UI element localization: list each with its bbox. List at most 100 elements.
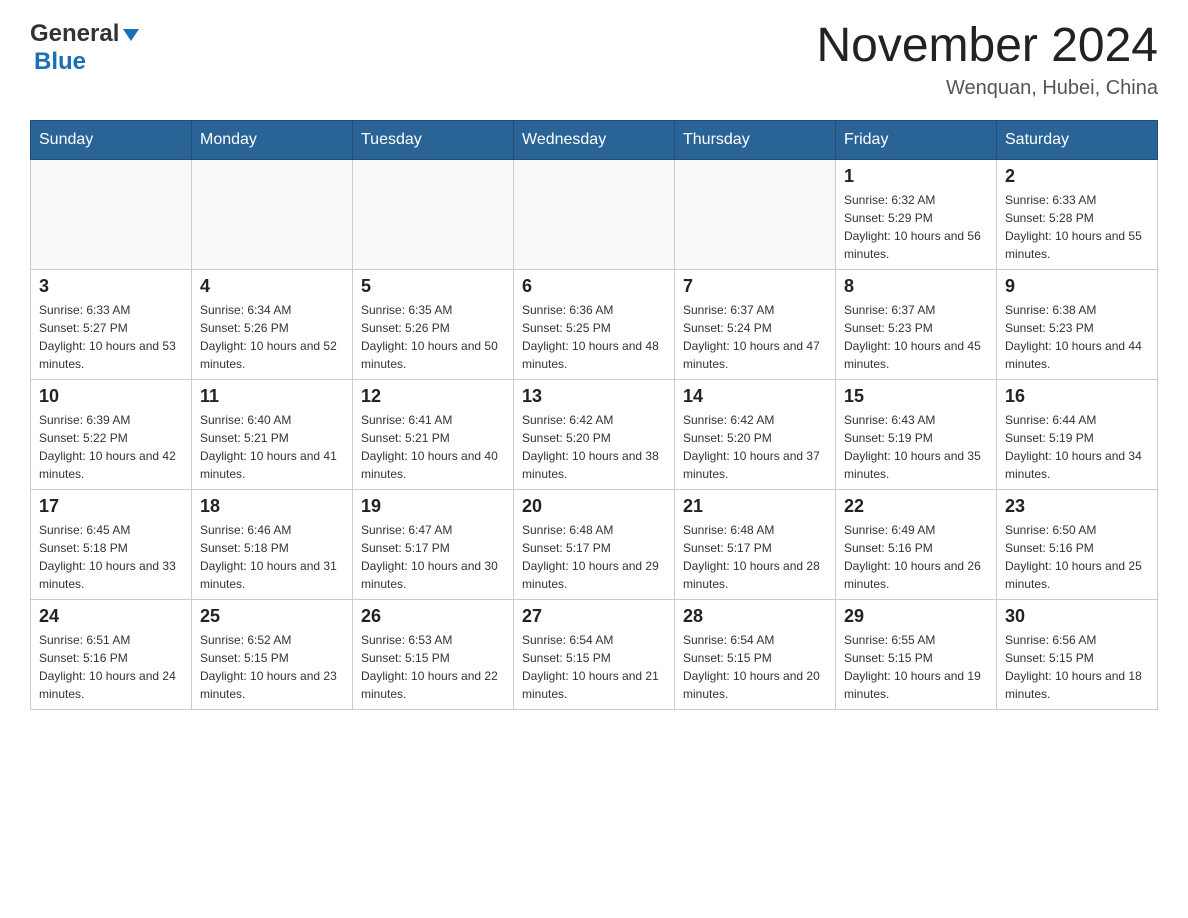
day-info: Sunrise: 6:49 AMSunset: 5:16 PMDaylight:… [844, 521, 988, 593]
day-number: 12 [361, 386, 505, 407]
day-number: 25 [200, 606, 344, 627]
day-info: Sunrise: 6:41 AMSunset: 5:21 PMDaylight:… [361, 411, 505, 483]
day-number: 18 [200, 496, 344, 517]
day-cell: 6 Sunrise: 6:36 AMSunset: 5:25 PMDaylight… [514, 269, 675, 379]
day-cell: 9Sunrise: 6:38 AMSunset: 5:23 PMDaylight… [997, 269, 1158, 379]
day-info: Sunrise: 6:38 AMSunset: 5:23 PMDaylight:… [1005, 301, 1149, 373]
day-info: Sunrise: 6:48 AMSunset: 5:17 PMDaylight:… [522, 521, 666, 593]
day-number: 4 [200, 276, 344, 297]
page-header: General Blue November 2024 Wenquan, Hube… [30, 20, 1158, 100]
day-cell: 28 Sunrise: 6:54 AMSunset: 5:15 PMDayligh… [675, 599, 836, 709]
day-info: Sunrise: 6:55 AMSunset: 5:15 PMDaylight:… [844, 631, 988, 703]
day-cell: 29 Sunrise: 6:55 AMSunset: 5:15 PMDayligh… [836, 599, 997, 709]
day-number: 26 [361, 606, 505, 627]
day-number: 6 [522, 276, 666, 297]
day-info: Sunrise: 6:45 AMSunset: 5:18 PMDaylight:… [39, 521, 183, 593]
title-section: November 2024 Wenquan, Hubei, China [816, 20, 1158, 100]
day-cell: 21 Sunrise: 6:48 AMSunset: 5:17 PMDayligh… [675, 489, 836, 599]
day-cell: 3Sunrise: 6:33 AMSunset: 5:27 PMDaylight… [31, 269, 192, 379]
logo-arrow-icon [121, 25, 141, 45]
day-info: Sunrise: 6:54 AMSunset: 5:15 PMDaylight:… [683, 631, 827, 703]
day-cell [514, 159, 675, 269]
day-number: 14 [683, 386, 827, 407]
header-cell-monday: Monday [192, 120, 353, 159]
day-number: 13 [522, 386, 666, 407]
day-number: 28 [683, 606, 827, 627]
day-info: Sunrise: 6:34 AMSunset: 5:26 PMDaylight:… [200, 301, 344, 373]
week-row-1: 1 Sunrise: 6:32 AMSunset: 5:29 PMDaylight… [31, 159, 1158, 269]
day-number: 24 [39, 606, 183, 627]
day-info: Sunrise: 6:33 AMSunset: 5:28 PMDaylight:… [1005, 191, 1149, 263]
day-cell: 23Sunrise: 6:50 AMSunset: 5:16 PMDayligh… [997, 489, 1158, 599]
day-cell: 16Sunrise: 6:44 AMSunset: 5:19 PMDayligh… [997, 379, 1158, 489]
day-number: 11 [200, 386, 344, 407]
header-cell-tuesday: Tuesday [353, 120, 514, 159]
day-number: 27 [522, 606, 666, 627]
day-cell: 10 Sunrise: 6:39 AMSunset: 5:22 PMDayligh… [31, 379, 192, 489]
week-row-2: 3Sunrise: 6:33 AMSunset: 5:27 PMDaylight… [31, 269, 1158, 379]
day-cell: 27 Sunrise: 6:54 AMSunset: 5:15 PMDayligh… [514, 599, 675, 709]
day-info: Sunrise: 6:36 AMSunset: 5:25 PMDaylight:… [522, 301, 666, 373]
day-cell: 17 Sunrise: 6:45 AMSunset: 5:18 PMDayligh… [31, 489, 192, 599]
day-number: 1 [844, 166, 988, 187]
day-number: 21 [683, 496, 827, 517]
day-cell: 30 Sunrise: 6:56 AMSunset: 5:15 PMDayligh… [997, 599, 1158, 709]
day-info: Sunrise: 6:51 AMSunset: 5:16 PMDaylight:… [39, 631, 183, 703]
header-row: SundayMondayTuesdayWednesdayThursdayFrid… [31, 120, 1158, 159]
day-cell: 12 Sunrise: 6:41 AMSunset: 5:21 PMDayligh… [353, 379, 514, 489]
day-number: 22 [844, 496, 988, 517]
day-cell: 18 Sunrise: 6:46 AMSunset: 5:18 PMDayligh… [192, 489, 353, 599]
day-info: Sunrise: 6:33 AMSunset: 5:27 PMDaylight:… [39, 301, 183, 373]
day-number: 7 [683, 276, 827, 297]
day-info: Sunrise: 6:46 AMSunset: 5:18 PMDaylight:… [200, 521, 344, 593]
day-number: 20 [522, 496, 666, 517]
day-info: Sunrise: 6:56 AMSunset: 5:15 PMDaylight:… [1005, 631, 1149, 703]
day-cell: 24 Sunrise: 6:51 AMSunset: 5:16 PMDayligh… [31, 599, 192, 709]
day-info: Sunrise: 6:40 AMSunset: 5:21 PMDaylight:… [200, 411, 344, 483]
day-info: Sunrise: 6:52 AMSunset: 5:15 PMDaylight:… [200, 631, 344, 703]
day-cell: 22 Sunrise: 6:49 AMSunset: 5:16 PMDayligh… [836, 489, 997, 599]
day-cell: 11 Sunrise: 6:40 AMSunset: 5:21 PMDayligh… [192, 379, 353, 489]
day-info: Sunrise: 6:42 AMSunset: 5:20 PMDaylight:… [683, 411, 827, 483]
day-number: 8 [844, 276, 988, 297]
day-info: Sunrise: 6:39 AMSunset: 5:22 PMDaylight:… [39, 411, 183, 483]
header-cell-saturday: Saturday [997, 120, 1158, 159]
day-info: Sunrise: 6:43 AMSunset: 5:19 PMDaylight:… [844, 411, 988, 483]
day-cell: 25 Sunrise: 6:52 AMSunset: 5:15 PMDayligh… [192, 599, 353, 709]
day-cell: 8 Sunrise: 6:37 AMSunset: 5:23 PMDaylight… [836, 269, 997, 379]
day-info: Sunrise: 6:32 AMSunset: 5:29 PMDaylight:… [844, 191, 988, 263]
day-cell: 4 Sunrise: 6:34 AMSunset: 5:26 PMDaylight… [192, 269, 353, 379]
calendar-table: SundayMondayTuesdayWednesdayThursdayFrid… [30, 120, 1158, 710]
day-cell: 15 Sunrise: 6:43 AMSunset: 5:19 PMDayligh… [836, 379, 997, 489]
day-cell: 26Sunrise: 6:53 AMSunset: 5:15 PMDayligh… [353, 599, 514, 709]
day-cell: 1 Sunrise: 6:32 AMSunset: 5:29 PMDaylight… [836, 159, 997, 269]
day-number: 15 [844, 386, 988, 407]
day-number: 5 [361, 276, 505, 297]
day-number: 19 [361, 496, 505, 517]
day-info: Sunrise: 6:44 AMSunset: 5:19 PMDaylight:… [1005, 411, 1149, 483]
month-title: November 2024 [816, 20, 1158, 73]
day-info: Sunrise: 6:54 AMSunset: 5:15 PMDaylight:… [522, 631, 666, 703]
day-number: 30 [1005, 606, 1149, 627]
day-cell: 13 Sunrise: 6:42 AMSunset: 5:20 PMDayligh… [514, 379, 675, 489]
day-info: Sunrise: 6:37 AMSunset: 5:24 PMDaylight:… [683, 301, 827, 373]
calendar-header: SundayMondayTuesdayWednesdayThursdayFrid… [31, 120, 1158, 159]
day-number: 29 [844, 606, 988, 627]
day-number: 23 [1005, 496, 1149, 517]
day-cell [192, 159, 353, 269]
day-cell: 19 Sunrise: 6:47 AMSunset: 5:17 PMDayligh… [353, 489, 514, 599]
week-row-3: 10 Sunrise: 6:39 AMSunset: 5:22 PMDayligh… [31, 379, 1158, 489]
day-info: Sunrise: 6:37 AMSunset: 5:23 PMDaylight:… [844, 301, 988, 373]
header-cell-friday: Friday [836, 120, 997, 159]
logo-text-blue: Blue [34, 48, 86, 75]
day-info: Sunrise: 6:42 AMSunset: 5:20 PMDaylight:… [522, 411, 666, 483]
day-info: Sunrise: 6:47 AMSunset: 5:17 PMDaylight:… [361, 521, 505, 593]
header-cell-sunday: Sunday [31, 120, 192, 159]
day-number: 10 [39, 386, 183, 407]
day-info: Sunrise: 6:48 AMSunset: 5:17 PMDaylight:… [683, 521, 827, 593]
location-subtitle: Wenquan, Hubei, China [816, 77, 1158, 100]
day-number: 2 [1005, 166, 1149, 187]
calendar-body: 1 Sunrise: 6:32 AMSunset: 5:29 PMDaylight… [31, 159, 1158, 709]
day-number: 17 [39, 496, 183, 517]
day-cell [353, 159, 514, 269]
